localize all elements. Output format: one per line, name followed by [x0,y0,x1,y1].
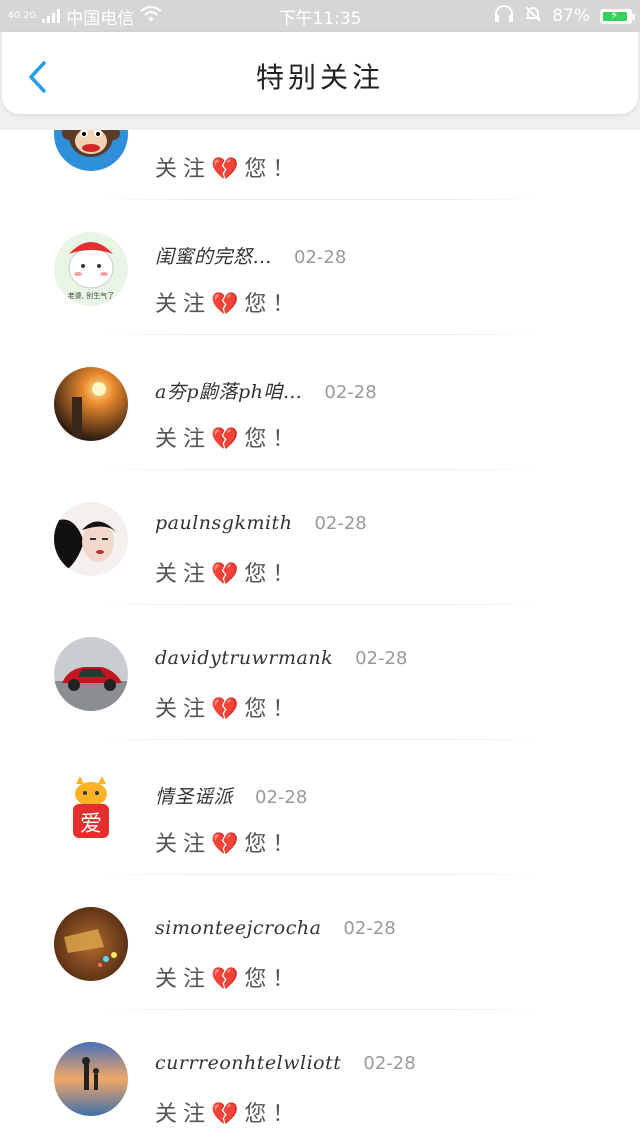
list-item[interactable]: 爱 情圣谣派 02-28 关注💔您！ [0,740,640,875]
glass-avatar[interactable] [54,907,128,981]
user-name: simonteejcrocha [155,917,322,939]
item-date: 02-28 [314,513,367,534]
monkey-avatar[interactable] [54,130,128,171]
item-message: 关注💔您！ [155,157,301,182]
user-name: currreonhtelwliott [155,1052,342,1074]
item-date: 02-28 [343,918,396,939]
list-item[interactable]: currreonhtelwliott 02-28 关注💔您！ [0,1010,640,1138]
carrier-label: 中国电信 [66,8,135,29]
item-date: 02-28 [329,130,381,133]
cartoon-avatar[interactable]: 老婆, 别生气了 [54,232,128,306]
item-date: 02-28 [363,1053,416,1074]
item-message: 关注💔您！ [155,832,301,857]
list-item[interactable]: 老婆, 别生气了 闺蜜的完怒… 02-28 关注💔您！ [0,200,640,335]
network-type: 4G 2G [8,10,37,21]
sunset-avatar[interactable] [54,367,128,441]
signal-icon [42,9,61,23]
item-date: 02-28 [355,648,408,669]
headphone-icon [494,4,514,28]
status-bar: 4G 2G 中国电信 下午11:35 87% ⚡ [0,0,640,32]
battery-percent: 87% [552,6,590,26]
item-message: 关注💔您！ [155,1102,301,1127]
woman-avatar[interactable] [54,502,128,576]
page-title: 特别关注 [255,61,384,94]
item-message: 关注💔您！ [155,562,301,587]
user-name: a夯p鼩落ph咱… [155,381,303,403]
header: 特别关注 [0,32,640,130]
beach-avatar[interactable] [54,1042,128,1116]
item-message: 关注💔您！ [155,697,301,722]
user-name: davidytruwrmank [155,647,334,669]
item-message: 关注💔您！ [155,292,301,317]
item-message: 关注💔您！ [155,967,301,992]
wifi-icon [140,5,162,27]
status-time: 下午11:35 [278,8,362,29]
user-name: paulnsgkmith [155,512,293,534]
item-date: 02-28 [324,382,377,403]
list-item[interactable]: a夯p鼩落ph咱… 02-28 关注💔您！ [0,335,640,470]
item-date: 02-28 [255,787,308,808]
list-item[interactable]: simonteejcrocha 02-28 关注💔您！ [0,875,640,1010]
list-item[interactable]: 游客404619296 02-28 关注💔您！ [0,130,640,200]
battery-icon: ⚡ [600,8,635,24]
follow-list: 游客404619296 02-28 关注💔您！ 老婆, 别生气了 闺蜜的完怒… … [0,130,640,1138]
user-name: 情圣谣派 [155,786,234,808]
love-avatar[interactable]: 爱 [54,772,128,846]
item-date: 02-28 [294,247,347,268]
list-item[interactable]: paulnsgkmith 02-28 关注💔您！ [0,470,640,605]
user-name: 游客404619296 [155,130,307,134]
car-avatar[interactable] [54,637,128,711]
item-message: 关注💔您！ [155,427,301,452]
list-item[interactable]: davidytruwrmank 02-28 关注💔您！ [0,605,640,740]
header-card: 特别关注 [2,32,638,114]
user-name: 闺蜜的完怒… [155,246,273,268]
svg-text:爱: 爱 [80,812,102,837]
mute-bell-icon [524,5,542,28]
svg-text:老婆, 别生气了: 老婆, 别生气了 [68,291,114,300]
